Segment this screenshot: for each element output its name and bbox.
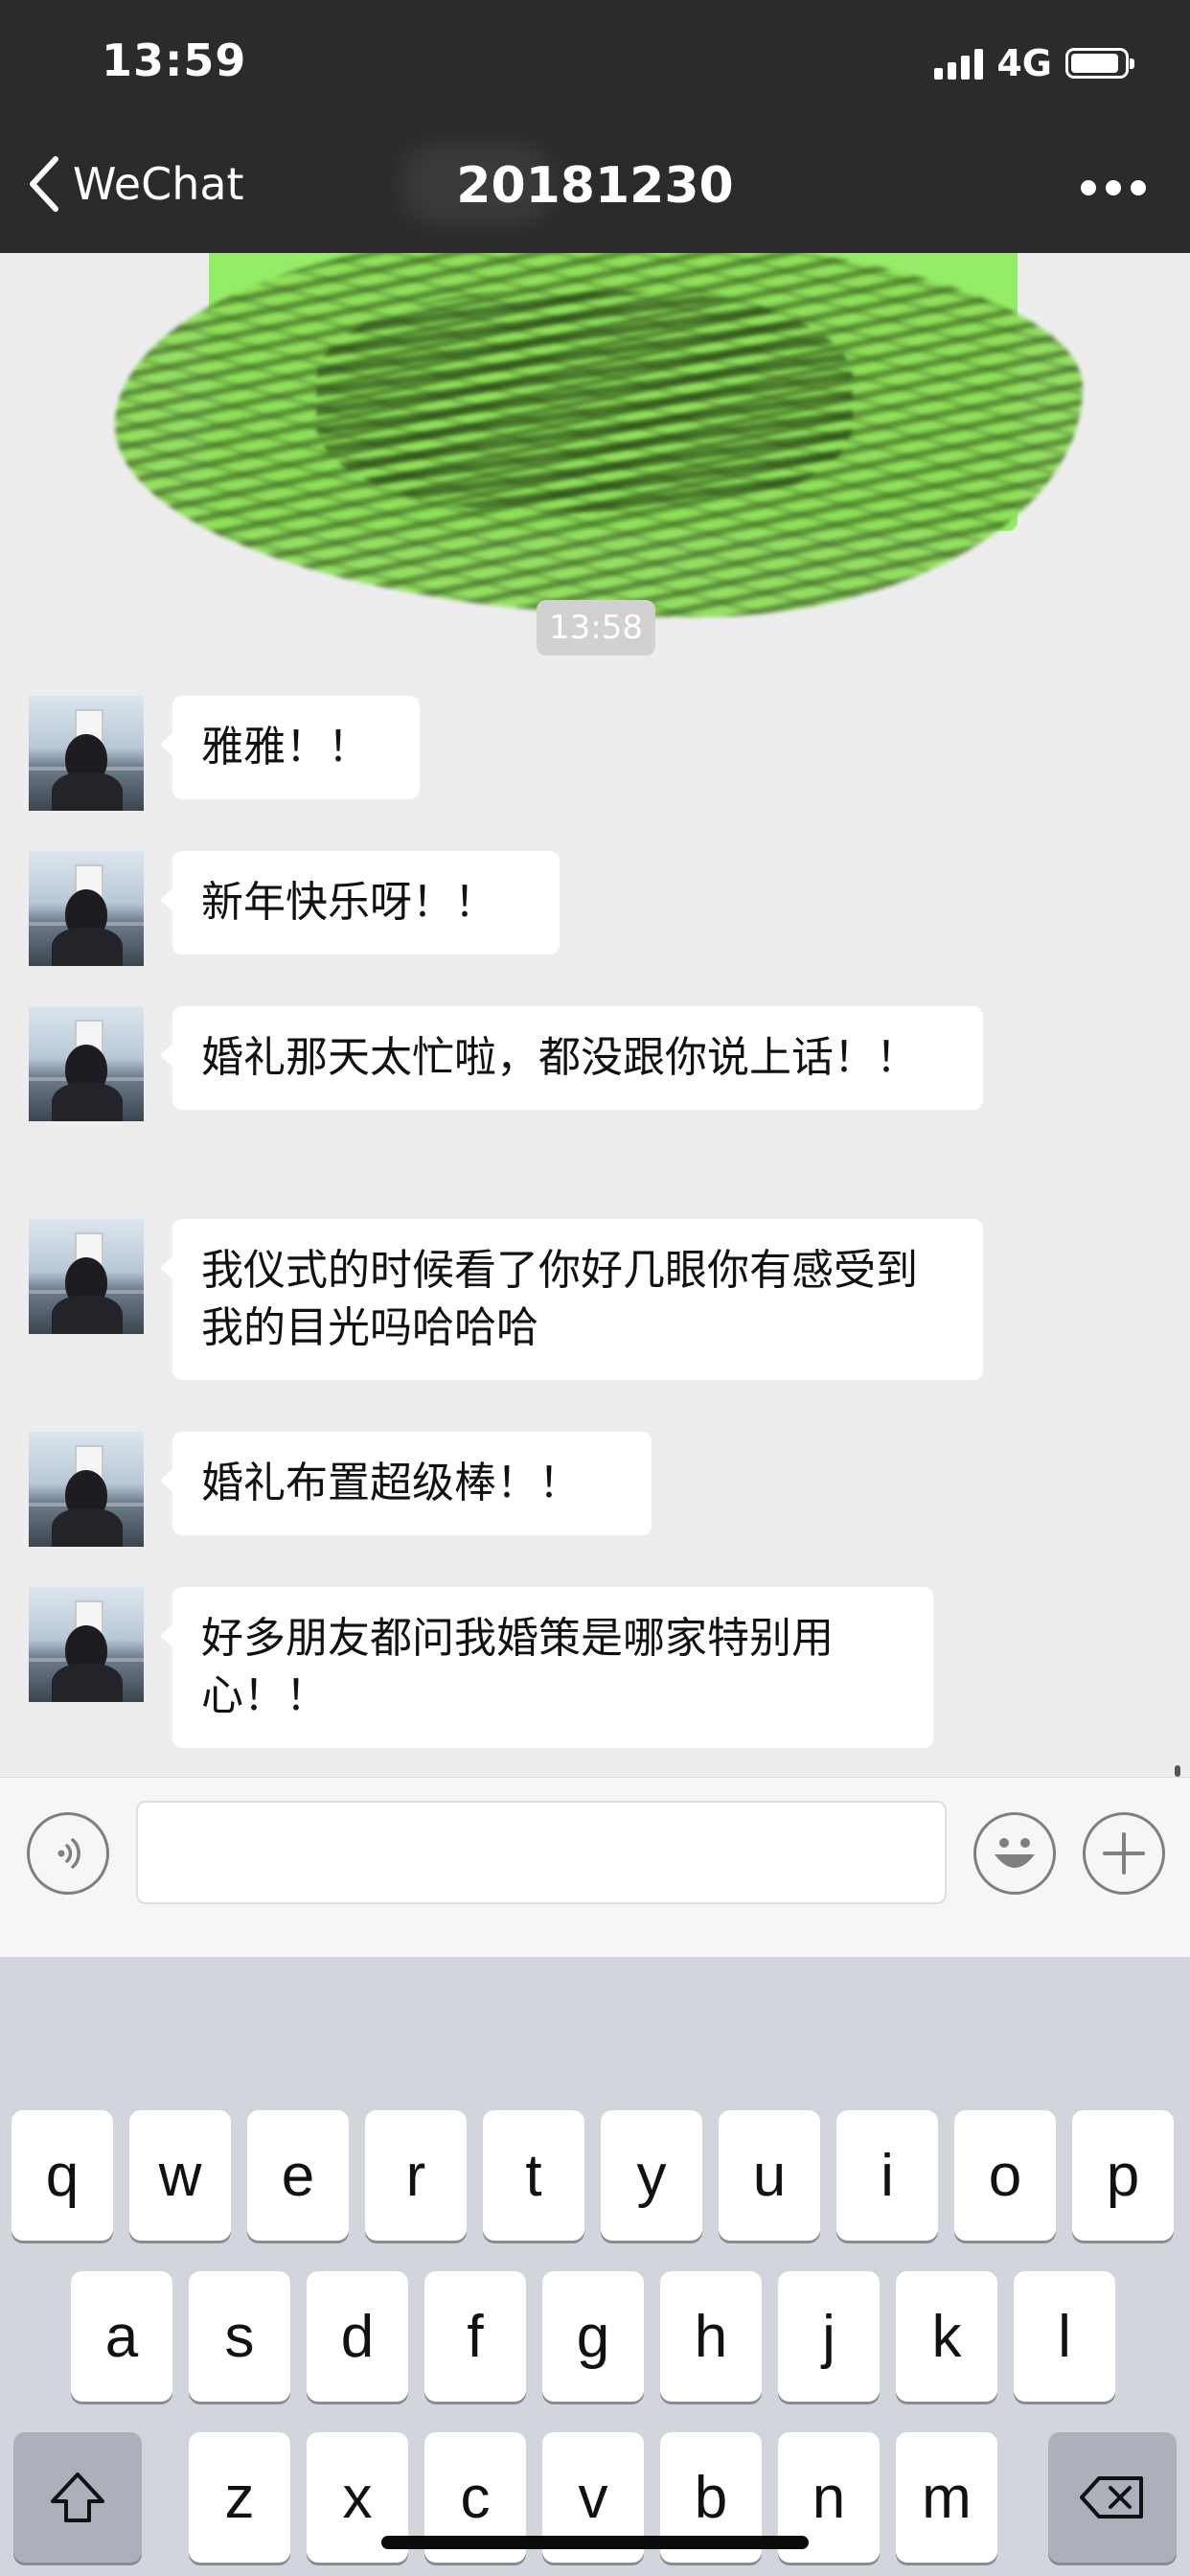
contact-avatar[interactable] [29,1587,144,1702]
message-row: 新年快乐呀！！ [29,851,560,966]
message-timestamp: 13:58 [537,600,655,656]
key-f[interactable]: f [424,2271,526,2402]
key-k[interactable]: k [896,2271,997,2402]
status-indicators: 4G [934,42,1134,84]
voice-icon [57,1838,80,1869]
key-m[interactable]: m [896,2432,997,2563]
chat-area[interactable]: 13:58 雅雅！！ 新年快乐呀！！ 婚礼那天太忙啦，都没跟你说上话！！ 我仪式… [0,253,1190,1777]
message-bubble[interactable]: 婚礼布置超级棒！！ [160,1432,652,1535]
emoji-button[interactable] [973,1812,1056,1895]
key-s[interactable]: s [189,2271,290,2402]
input-bar [0,1777,1190,1958]
voice-button[interactable] [27,1812,109,1895]
top-bar: 13:59 4G WeChat 20181230 [0,0,1190,253]
chat-title: 20181230 [456,157,734,215]
more-dot-icon [1081,180,1096,196]
key-g[interactable]: g [542,2271,644,2402]
key-z[interactable]: z [189,2432,290,2563]
keyboard: q w e r t y u i o p a s d f g h j k l z … [0,1957,1190,2576]
plus-button[interactable] [1083,1812,1165,1895]
contact-avatar[interactable] [29,851,144,966]
message-bubble[interactable]: 新年快乐呀！！ [160,851,560,954]
redaction-scribble [316,291,853,512]
message-input[interactable] [136,1801,947,1904]
status-time: 13:59 [102,34,247,86]
key-w[interactable]: w [129,2110,231,2241]
key-i[interactable]: i [836,2110,938,2241]
battery-icon [1065,48,1134,79]
more-dot-icon [1131,180,1146,196]
plus-icon [1103,1832,1145,1874]
message-bubble[interactable]: 好多朋友都问我婚策是哪家特别用心！！ [160,1587,933,1748]
signal-icon [934,47,984,80]
key-a[interactable]: a [71,2271,172,2402]
key-j[interactable]: j [778,2271,880,2402]
shift-key[interactable] [13,2432,142,2563]
message-bubble[interactable]: 雅雅！！ [160,696,420,799]
key-t[interactable]: t [483,2110,584,2241]
backspace-key[interactable] [1048,2432,1177,2563]
key-r[interactable]: r [365,2110,467,2241]
contact-avatar[interactable] [29,1006,144,1121]
contact-avatar[interactable] [29,1432,144,1547]
home-indicator[interactable] [381,2536,809,2549]
message-bubble[interactable]: 我仪式的时候看了你好几眼你有感受到我的目光吗哈哈哈 [160,1219,983,1380]
key-h[interactable]: h [660,2271,762,2402]
message-row: 我仪式的时候看了你好几眼你有感受到我的目光吗哈哈哈 [29,1219,983,1380]
message-row: 婚礼那天太忙啦，都没跟你说上话！！ [29,1006,983,1121]
message-row: 婚礼布置超级棒！！ [29,1432,652,1547]
shift-icon [51,2472,104,2522]
key-p[interactable]: p [1072,2110,1174,2241]
emoji-icon [995,1838,1035,1868]
more-dot-icon [1106,180,1121,196]
key-d[interactable]: d [307,2271,408,2402]
key-e[interactable]: e [247,2110,349,2241]
key-o[interactable]: o [954,2110,1056,2241]
battery-level [1071,54,1118,73]
contact-avatar[interactable] [29,696,144,811]
key-l[interactable]: l [1014,2271,1115,2402]
backspace-icon [1080,2476,1143,2518]
message-row: 雅雅！！ [29,696,420,811]
message-bubble[interactable]: 婚礼那天太忙啦，都没跟你说上话！！ [160,1006,983,1110]
scrollbar[interactable] [1175,1765,1180,1777]
key-y[interactable]: y [601,2110,702,2241]
contact-avatar[interactable] [29,1219,144,1334]
key-u[interactable]: u [719,2110,820,2241]
more-button[interactable] [1081,180,1146,196]
key-q[interactable]: q [11,2110,113,2241]
network-type: 4G [996,42,1052,84]
message-row: 好多朋友都问我婚策是哪家特别用心！！ [29,1587,933,1748]
